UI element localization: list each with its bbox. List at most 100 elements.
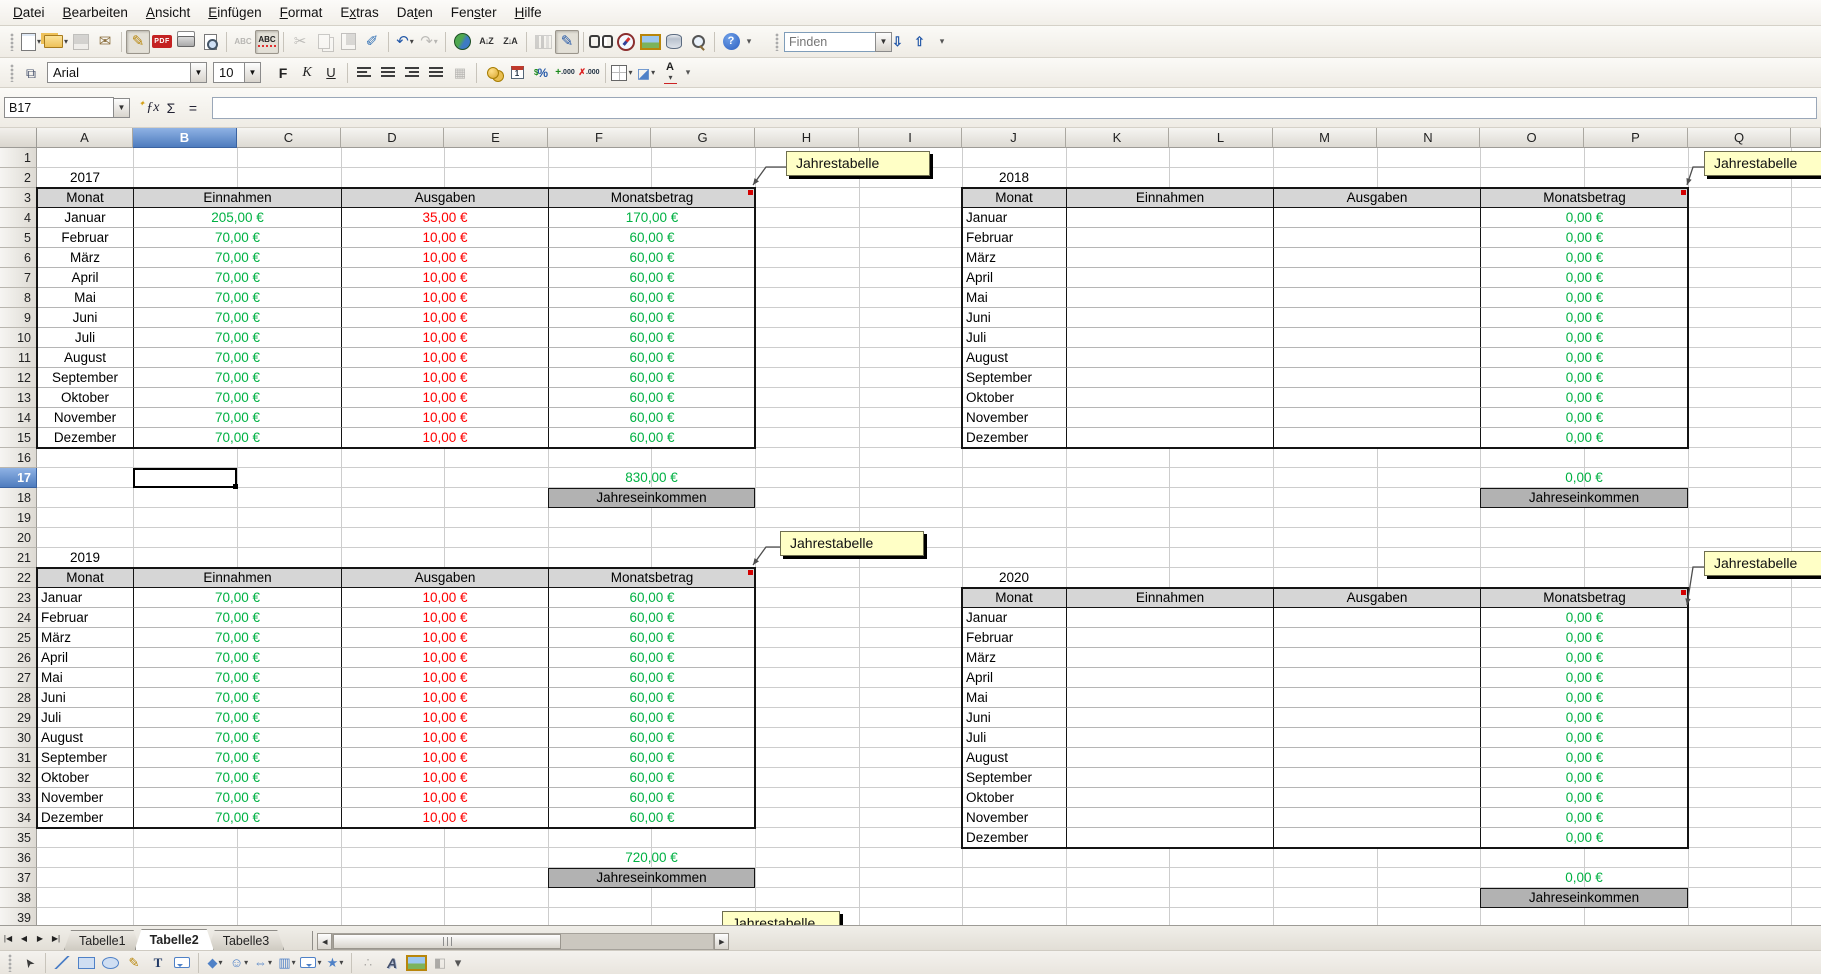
add-decimal-icon[interactable]: .000: [553, 61, 577, 85]
export-pdf-icon[interactable]: PDF: [150, 30, 174, 54]
value-cell[interactable]: [1273, 268, 1480, 288]
value-cell[interactable]: [1273, 748, 1480, 768]
next-sheet-icon[interactable]: ▶: [32, 929, 48, 948]
month-cell[interactable]: Juli: [37, 328, 133, 348]
comment-note[interactable]: Jahrestabelle: [780, 531, 924, 556]
value-cell[interactable]: 60,00 €: [548, 768, 755, 788]
value-cell[interactable]: [1066, 668, 1273, 688]
month-cell[interactable]: April: [962, 268, 1066, 288]
column-header-j[interactable]: J: [962, 128, 1066, 148]
bold-button[interactable]: F: [271, 61, 295, 85]
value-cell[interactable]: 0,00 €: [1480, 428, 1688, 448]
value-cell[interactable]: 0,00 €: [1480, 228, 1688, 248]
value-cell[interactable]: 60,00 €: [548, 248, 755, 268]
extrusion-icon[interactable]: ◧: [428, 952, 452, 973]
annual-total-label[interactable]: Jahreseinkommen: [548, 488, 755, 508]
year-cell[interactable]: 2017: [37, 168, 133, 188]
chevron-down-icon[interactable]: ▼: [244, 63, 260, 82]
month-cell[interactable]: Juli: [37, 708, 133, 728]
value-cell[interactable]: 0,00 €: [1480, 388, 1688, 408]
value-cell[interactable]: 60,00 €: [548, 388, 755, 408]
row-header-15[interactable]: 15: [0, 428, 37, 448]
value-cell[interactable]: 60,00 €: [548, 688, 755, 708]
value-cell[interactable]: 10,00 €: [341, 408, 548, 428]
value-cell[interactable]: 70,00 €: [133, 408, 341, 428]
row-header-25[interactable]: 25: [0, 628, 37, 648]
help-icon[interactable]: ?: [719, 30, 743, 54]
value-cell[interactable]: 70,00 €: [133, 388, 341, 408]
comment-note[interactable]: Jahrestabelle: [1704, 551, 1821, 576]
value-cell[interactable]: 0,00 €: [1480, 328, 1688, 348]
month-cell[interactable]: Oktober: [37, 768, 133, 788]
column-header-o[interactable]: O: [1480, 128, 1584, 148]
value-cell[interactable]: 0,00 €: [1480, 768, 1688, 788]
value-cell[interactable]: 60,00 €: [548, 808, 755, 828]
month-cell[interactable]: Februar: [37, 228, 133, 248]
value-cell[interactable]: [1273, 428, 1480, 448]
column-header-n[interactable]: N: [1377, 128, 1480, 148]
row-header-36[interactable]: 36: [0, 848, 37, 868]
value-cell[interactable]: [1066, 368, 1273, 388]
align-center-icon[interactable]: [376, 61, 400, 85]
copy-icon[interactable]: [312, 30, 336, 54]
row-header-21[interactable]: 21: [0, 548, 37, 568]
value-cell[interactable]: [1066, 748, 1273, 768]
value-cell[interactable]: 70,00 €: [133, 248, 341, 268]
select-all-corner[interactable]: [0, 128, 37, 148]
value-cell[interactable]: 70,00 €: [133, 728, 341, 748]
month-cell[interactable]: August: [37, 348, 133, 368]
value-cell[interactable]: 10,00 €: [341, 428, 548, 448]
callout-icon[interactable]: [170, 952, 194, 973]
value-cell[interactable]: [1066, 268, 1273, 288]
table-header-monat[interactable]: Monat: [37, 188, 133, 208]
value-cell[interactable]: 10,00 €: [341, 728, 548, 748]
toolbar-options-icon[interactable]: ▾: [452, 952, 464, 973]
value-cell[interactable]: [1273, 788, 1480, 808]
redo-icon[interactable]: ↷▾: [417, 30, 441, 54]
value-cell[interactable]: [1066, 708, 1273, 728]
horizontal-scrollbar-thumb[interactable]: [333, 934, 561, 949]
row-header-28[interactable]: 28: [0, 688, 37, 708]
value-cell[interactable]: [1273, 828, 1480, 848]
value-cell[interactable]: 60,00 €: [548, 788, 755, 808]
value-cell[interactable]: 0,00 €: [1480, 288, 1688, 308]
row-header-30[interactable]: 30: [0, 728, 37, 748]
row-header-17[interactable]: 17: [0, 468, 37, 488]
annual-total-label[interactable]: Jahreseinkommen: [1480, 888, 1688, 908]
delete-decimal-icon[interactable]: .000: [577, 61, 601, 85]
row-header-29[interactable]: 29: [0, 708, 37, 728]
month-cell[interactable]: Februar: [962, 228, 1066, 248]
row-header-11[interactable]: 11: [0, 348, 37, 368]
table-header-monat[interactable]: Monat: [37, 568, 133, 588]
menu-item-fenster[interactable]: Fenster: [442, 2, 506, 23]
sheet-tab-tabelle1[interactable]: Tabelle1: [64, 930, 141, 950]
scroll-right-icon[interactable]: ▶: [714, 933, 729, 950]
format-paintbrush-icon[interactable]: ✐: [360, 30, 384, 54]
value-cell[interactable]: 60,00 €: [548, 268, 755, 288]
value-cell[interactable]: 70,00 €: [133, 688, 341, 708]
row-header-24[interactable]: 24: [0, 608, 37, 628]
paste-icon[interactable]: [336, 30, 360, 54]
month-cell[interactable]: Mai: [962, 288, 1066, 308]
month-cell[interactable]: September: [962, 768, 1066, 788]
font-name-combo[interactable]: Arial ▼: [47, 62, 207, 83]
column-header-i[interactable]: I: [859, 128, 962, 148]
value-cell[interactable]: 10,00 €: [341, 688, 548, 708]
value-cell[interactable]: [1066, 328, 1273, 348]
toolbar-grip[interactable]: [10, 33, 15, 51]
month-cell[interactable]: Juli: [962, 328, 1066, 348]
background-color-icon[interactable]: ◪▾: [634, 61, 658, 85]
open-icon[interactable]: ▾: [43, 30, 69, 54]
row-header-1[interactable]: 1: [0, 148, 37, 168]
last-sheet-icon[interactable]: ▶|: [48, 929, 64, 948]
align-left-icon[interactable]: [352, 61, 376, 85]
column-header-b[interactable]: B: [133, 128, 237, 148]
selected-cell[interactable]: [133, 468, 237, 488]
value-cell[interactable]: 10,00 €: [341, 708, 548, 728]
value-cell[interactable]: 70,00 €: [133, 668, 341, 688]
month-cell[interactable]: Mai: [962, 688, 1066, 708]
save-icon[interactable]: [69, 30, 93, 54]
ellipse-icon[interactable]: [98, 952, 122, 973]
row-header-19[interactable]: 19: [0, 508, 37, 528]
value-cell[interactable]: 60,00 €: [548, 628, 755, 648]
